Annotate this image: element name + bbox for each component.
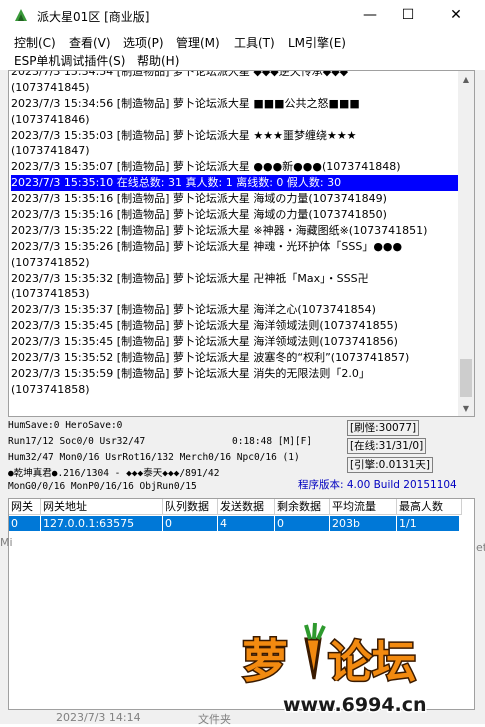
server-window: 派大星01区 [商业版] — ☐ ✕ 控制(C) 查看(V) 选项(P) 管理(… (0, 0, 485, 724)
menu-manage[interactable]: 管理(M) (176, 34, 220, 51)
menu-esp-plugin[interactable]: ESP单机调试插件(S) (14, 52, 125, 69)
log-line[interactable]: (1073741847) (11, 143, 459, 159)
maximize-button[interactable]: ☐ (385, 0, 431, 30)
status-run: Run17/12 Soc0/0 Usr32/47 (8, 436, 146, 447)
col-remaining-data[interactable]: 剩余数据 (275, 499, 330, 515)
watermark-logo-char-3: 论坛 (328, 637, 416, 688)
cell-avg: 203b (330, 516, 397, 531)
log-line[interactable]: 2023/7/3 15:35:26 [制造物品] 萝卜论坛派大星 神魂・光环护体… (11, 239, 459, 255)
scroll-thumb[interactable] (460, 359, 472, 397)
close-button[interactable]: ✕ (433, 0, 479, 30)
menu-options[interactable]: 选项(P) (123, 34, 164, 51)
cell-address: 127.0.0.1:63575 (41, 516, 163, 531)
log-scrollbar[interactable]: ▲ ▼ (458, 71, 474, 416)
col-queue-data[interactable]: 队列数据 (163, 499, 218, 515)
watermark-logo: 萝 论坛 www.6994.cn (235, 622, 471, 717)
log-panel[interactable]: 2023/7/3 15:34:54 [制造物品] 萝卜论坛派大星 ◆◆◆逆天传承… (8, 70, 475, 417)
col-max-users[interactable]: 最高人数 (397, 499, 462, 515)
log-line[interactable]: 2023/7/3 15:35:10 在线总数: 31 真人数: 1 离线数: 0… (11, 175, 459, 192)
log-line[interactable]: 2023/7/3 15:35:03 [制造物品] 萝卜论坛派大星 ★★★噩梦缠绕… (11, 128, 459, 144)
col-avg-traffic[interactable]: 平均流量 (330, 499, 397, 515)
refresh-count-box: [刷怪:30077] (347, 420, 420, 436)
status-uptime: 0:18:48 [M][F] (232, 436, 313, 447)
menu-lm-engine[interactable]: LM引擎(E) (288, 34, 346, 51)
log-list: 2023/7/3 15:34:54 [制造物品] 萝卜论坛派大星 ◆◆◆逆天传承… (11, 71, 459, 398)
log-line[interactable]: (1073741858) (11, 382, 459, 398)
table-header: 网关 网关地址 队列数据 发送数据 剩余数据 平均流量 最高人数 (9, 499, 474, 515)
log-line[interactable]: (1073741846) (11, 112, 459, 128)
menu-control[interactable]: 控制(C) (14, 34, 56, 51)
status-hum: Hum32/47 Mon0/16 UsrRot16/132 Merch0/16 … (8, 452, 300, 463)
cell-max: 1/1 (399, 517, 417, 530)
status-save: HumSave:0 HeroSave:0 (8, 420, 123, 431)
col-gateway-address[interactable]: 网关地址 (41, 499, 163, 515)
watermark-logo-char-1: 萝 (242, 634, 288, 688)
background-window-text-right: et (476, 541, 485, 554)
status-player: ●乾坤真君●.216/1304 - ◆◆◆泰天◆◆◆/891/42 (8, 468, 220, 479)
background-file-type: 文件夹 (198, 713, 231, 726)
log-line[interactable]: 2023/7/3 15:35:59 [制造物品] 萝卜论坛派大星 消失的无限法则… (11, 366, 459, 382)
log-line[interactable]: 2023/7/3 15:35:45 [制造物品] 萝卜论坛派大星 海洋领域法则(… (11, 334, 459, 350)
window-title: 派大星01区 [商业版] (37, 10, 150, 24)
background-window-text: Mi (0, 536, 13, 549)
menu-tools[interactable]: 工具(T) (234, 34, 275, 51)
watermark-url: www.6994.cn (283, 694, 427, 716)
log-line[interactable]: 2023/7/3 15:35:16 [制造物品] 萝卜论坛派大星 海域の力量(1… (11, 207, 459, 223)
cell-gateway: 0 (9, 516, 41, 531)
log-line[interactable]: 2023/7/3 15:34:54 [制造物品] 萝卜论坛派大星 ◆◆◆逆天传承… (11, 71, 459, 80)
col-sent-data[interactable]: 发送数据 (218, 499, 275, 515)
table-row[interactable]: 0 127.0.0.1:63575 0 4 0 203b 1/1 (9, 516, 459, 531)
log-line[interactable]: 2023/7/3 15:35:52 [制造物品] 萝卜论坛派大星 波塞冬的“权利… (11, 350, 459, 366)
log-line[interactable]: (1073741853) (11, 286, 459, 302)
log-line[interactable]: 2023/7/3 15:34:56 [制造物品] 萝卜论坛派大星 ■■■公共之怒… (11, 96, 459, 112)
log-line[interactable]: 2023/7/3 15:35:16 [制造物品] 萝卜论坛派大星 海域の力量(1… (11, 191, 459, 207)
log-line[interactable]: 2023/7/3 15:35:37 [制造物品] 萝卜论坛派大星 海洋之心(10… (11, 302, 459, 318)
status-mon: MonG0/0/16 MonP0/16/16 ObjRun0/15 (8, 481, 197, 492)
online-count-box: [在线:31/31/0] (347, 438, 427, 454)
log-line[interactable]: (1073741845) (11, 80, 459, 96)
log-line[interactable]: 2023/7/3 15:35:22 [制造物品] 萝卜论坛派大星 ※神器・海藏图… (11, 223, 459, 239)
background-file-date: 2023/7/3 14:14 (56, 711, 141, 724)
app-icon (15, 9, 27, 21)
log-line[interactable]: (1073741852) (11, 255, 459, 271)
cell-remaining: 0 (275, 516, 330, 531)
cell-sent: 4 (218, 516, 275, 531)
log-line[interactable]: 2023/7/3 15:35:07 [制造物品] 萝卜论坛派大星 ●●●新●●●… (11, 159, 459, 175)
log-line[interactable]: 2023/7/3 15:35:32 [制造物品] 萝卜论坛派大星 卍神祗「Max… (11, 271, 459, 287)
menu-bar: 控制(C) 查看(V) 选项(P) 管理(M) 工具(T) LM引擎(E) ES… (0, 30, 485, 70)
program-version: 程序版本: 4.00 Build 20151104 (298, 479, 457, 491)
scroll-down-icon[interactable]: ▼ (458, 400, 474, 416)
menu-help[interactable]: 帮助(H) (137, 52, 179, 69)
scroll-up-icon[interactable]: ▲ (458, 71, 474, 87)
menu-view[interactable]: 查看(V) (69, 34, 111, 51)
cell-queue: 0 (163, 516, 218, 531)
engine-time-box: [引擎:0.0131天] (347, 457, 433, 473)
col-gateway[interactable]: 网关 (9, 499, 41, 515)
log-line[interactable]: 2023/7/3 15:35:45 [制造物品] 萝卜论坛派大星 海洋领域法则(… (11, 318, 459, 334)
title-bar[interactable]: 派大星01区 [商业版] — ☐ ✕ (0, 0, 485, 30)
